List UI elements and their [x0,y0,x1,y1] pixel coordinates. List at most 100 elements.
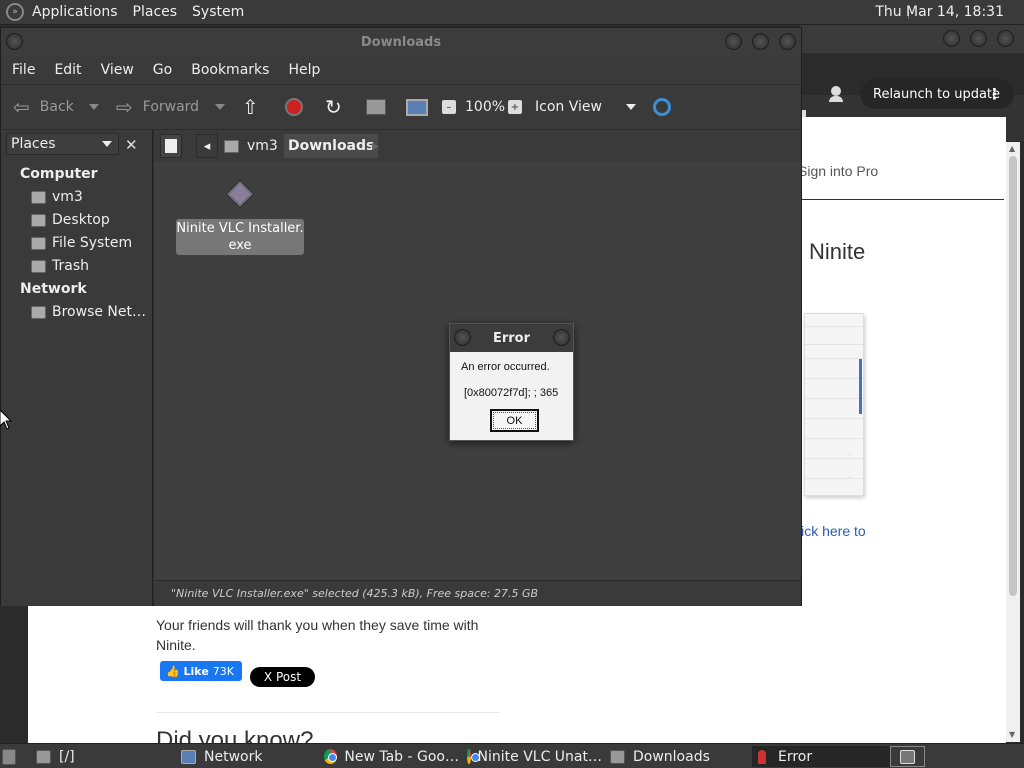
task-downloads[interactable]: Downloads [610,746,745,767]
x-post-button[interactable]: X Post [250,667,315,687]
edit-icon [165,139,177,153]
task-network[interactable]: Network [181,746,316,767]
window-menu-icon[interactable] [454,329,471,346]
minimize-icon[interactable] [725,33,742,50]
back-arrow-icon: ⇦ [13,95,30,119]
sidebar-item-label: Desktop [52,212,110,228]
menu-go[interactable]: Go [153,62,172,78]
friends-text: Your friends will thank you when they sa… [156,617,479,653]
path-scroll-left-button[interactable]: ◂ [196,134,218,158]
ok-button[interactable]: OK [490,409,539,432]
file-item[interactable]: Ninite VLC Installer. exe [176,174,304,255]
sidebar-item-label: Browse Net… [52,304,147,320]
menu-bookmarks[interactable]: Bookmarks [191,62,269,78]
relaunch-label: Relaunch to update [873,86,1001,102]
workspace-switcher[interactable] [890,746,925,767]
sidebar-item-trash[interactable]: Trash [31,258,149,274]
sidebar-item-desktop[interactable]: Desktop [31,212,149,228]
maximize-icon[interactable] [970,30,987,47]
task-label: [/] [59,748,75,765]
close-icon[interactable] [553,329,570,346]
browser-scrollbar[interactable]: ▲ ▼ [1006,142,1020,742]
sidebar-item-file-system[interactable]: File System [31,235,149,251]
fb-like-label: Like [183,664,209,678]
installer-icon [224,178,256,210]
close-icon[interactable] [779,33,796,50]
back-button[interactable]: ⇦ Back [13,95,74,119]
sign-into-pro-link[interactable]: Sign into Pro [798,163,878,179]
reload-icon[interactable]: ↻ [325,95,342,119]
forward-history-dropdown[interactable] [215,104,225,110]
error-message: An error occurred. [461,361,550,373]
maximize-icon[interactable] [752,33,769,50]
search-icon[interactable] [653,98,671,116]
thumbs-up-icon: 👍 [166,664,184,678]
close-sidebar-icon[interactable]: ✕ [125,136,138,154]
sidebar-places-select[interactable]: Places [6,133,119,155]
menu-system[interactable]: System [192,4,244,20]
more-options-icon[interactable]: ⋮ [987,85,1002,103]
task-label: Network [204,748,263,765]
menu-edit[interactable]: Edit [54,62,81,78]
minimize-icon[interactable] [943,30,960,47]
back-history-dropdown[interactable] [89,104,99,110]
sidebar-item-vm3[interactable]: vm3 [31,189,149,205]
menu-file[interactable]: File [12,62,35,78]
view-mode-dropdown-icon[interactable] [626,104,636,110]
menu-help[interactable]: Help [288,62,320,78]
places-select-label: Places [11,136,56,152]
task-label: Downloads [633,748,710,765]
path-bar: ◂ vm3 Downloads ▸ [154,130,801,162]
task-new-tab[interactable]: New Tab - Goo… [324,746,459,767]
relaunch-to-update-button[interactable]: Relaunch to update ⋮ [860,79,1014,109]
show-desktop-icon[interactable] [2,746,24,767]
divider [156,712,500,713]
window-menu-icon[interactable] [6,33,23,50]
fm-titlebar[interactable]: Downloads [1,28,801,56]
view-mode-label: Icon View [535,99,602,115]
status-bar: "Ninite VLC Installer.exe" selected (425… [154,580,801,606]
crumb-downloads[interactable]: Downloads [284,134,379,158]
sidebar-item-label: Trash [52,258,89,274]
sidebar-item-label: File System [52,235,133,251]
sidebar-section-computer: Computer [20,166,98,182]
view-mode-select[interactable]: Icon View [535,99,602,115]
scroll-up-icon[interactable]: ▲ [1009,144,1015,153]
chevron-right-icon[interactable]: ▸ [372,134,379,158]
mouse-cursor-icon [0,410,12,430]
close-icon[interactable] [997,30,1014,47]
sidebar-item-browse-network[interactable]: Browse Net… [31,304,149,320]
stop-icon[interactable] [285,98,303,116]
toggle-location-entry-button[interactable] [160,134,182,158]
profile-icon[interactable] [826,84,846,104]
forward-button[interactable]: ⇨ Forward [116,95,199,119]
page-heading: Ninite [809,239,866,264]
browser-titlebar[interactable] [800,25,1024,53]
home-icon[interactable] [366,99,386,115]
scrollbar-thumb[interactable] [1009,156,1017,596]
scroll-down-icon[interactable]: ▼ [1009,730,1015,739]
crumb-vm3[interactable]: vm3 [224,134,278,158]
facebook-like-button[interactable]: 👍 Like 73K [160,661,242,681]
distro-logo-icon[interactable]: » [6,3,24,21]
task-root-folder[interactable]: [/] [36,746,171,767]
menu-view[interactable]: View [101,62,134,78]
clock[interactable]: Thu Mar 14, 18:31 [875,4,1004,20]
error-code: [0x80072f7d]; ; 365 [464,387,559,399]
menu-applications[interactable]: Applications [32,4,118,20]
menu-places[interactable]: Places [133,4,178,20]
file-name: Ninite VLC Installer. exe [176,219,304,255]
dialog-titlebar[interactable]: Error [450,324,573,352]
up-arrow-icon[interactable]: ⇧ [242,95,259,119]
click-here-link[interactable]: lick here to [798,523,866,539]
task-ninite-vlc[interactable]: Ninite VLC Unat… [467,746,602,767]
zoom-out-icon[interactable]: – [442,100,456,114]
back-label: Back [39,99,74,115]
zoom-in-icon[interactable]: + [508,100,522,114]
screenshot-image: · · [804,313,864,496]
task-error[interactable]: Error [752,746,890,767]
computer-icon[interactable] [406,98,428,116]
folder-icon [610,749,625,764]
fm-toolbar: ⇦ Back ⇨ Forward ⇧ ↻ – 100% + Icon View [1,85,801,129]
network-icon [31,305,46,319]
